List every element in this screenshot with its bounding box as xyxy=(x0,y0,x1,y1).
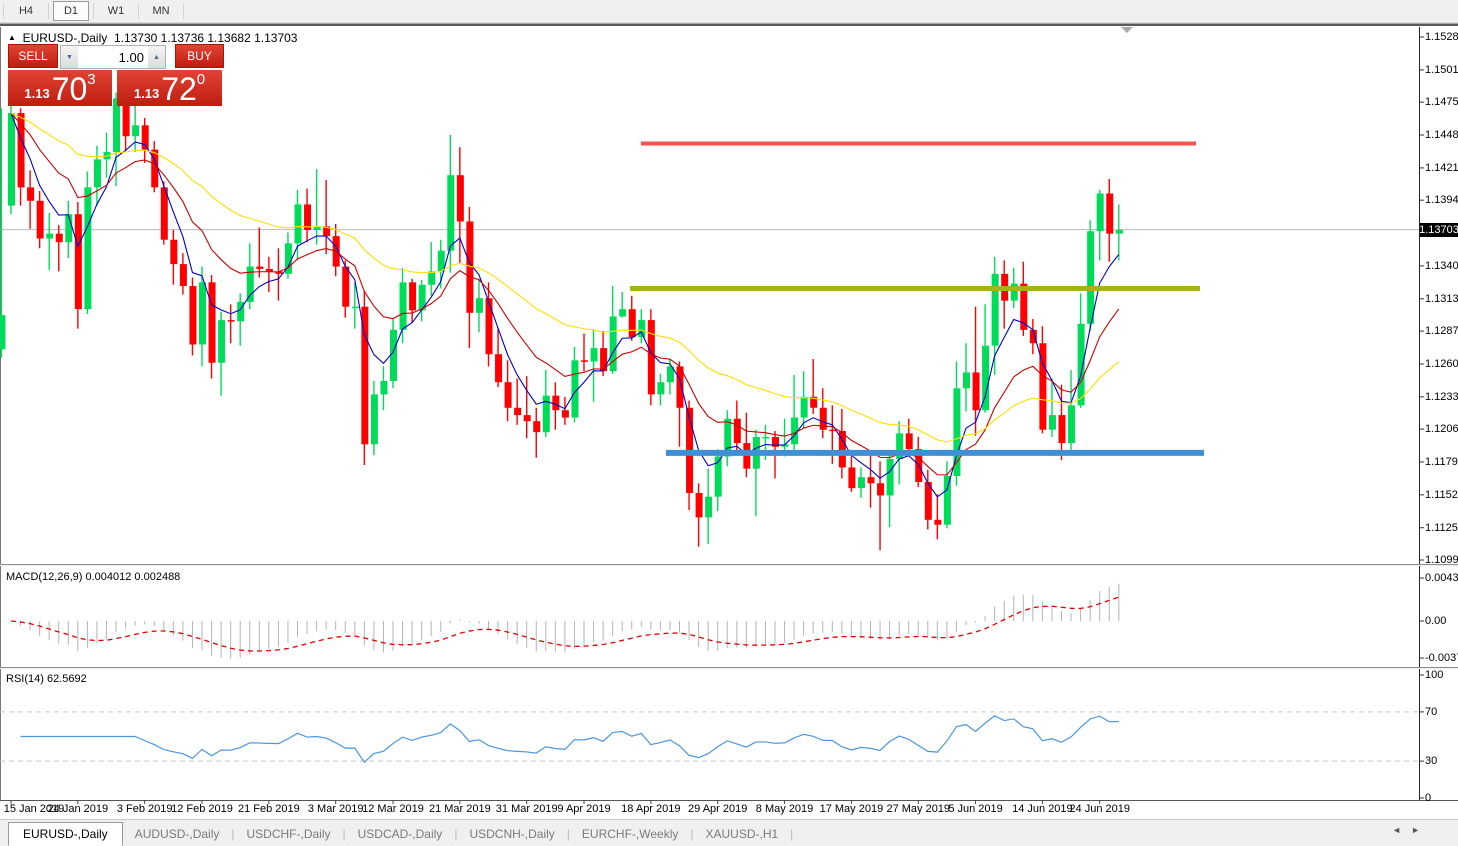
rsi-value: 62.5692 xyxy=(46,673,87,685)
chart-tab-usdcad[interactable]: USDCAD-,Daily xyxy=(346,824,455,844)
price-axis-label: 1.13405 xyxy=(1425,259,1458,272)
buy-button[interactable]: BUY xyxy=(174,44,224,68)
date-axis-label: 17 May 2019 xyxy=(819,803,884,815)
chart-tab-bar: EURUSD-,Daily AUDUSD-,Daily | USDCHF-,Daily… xyxy=(0,819,1458,846)
macd-axis-label: -0.003715 xyxy=(1425,652,1458,664)
buy-price-sup: 0 xyxy=(196,71,206,88)
rsi-label: RSI(14) 62.5692 xyxy=(6,673,87,685)
chart-tab-audusd[interactable]: AUDUSD-,Daily xyxy=(123,824,232,844)
date-axis-label: 29 Apr 2019 xyxy=(688,803,748,815)
date-axis-label: 9 Apr 2019 xyxy=(557,803,611,815)
sell-price-button[interactable]: 1.13 70 3 xyxy=(8,70,112,106)
date-axis-label: 27 May 2019 xyxy=(886,803,951,815)
date-axis-label: 31 Mar 2019 xyxy=(495,803,558,815)
sell-price-sup: 3 xyxy=(87,71,96,88)
chart-shift-marker-icon xyxy=(1121,27,1133,33)
rsi-axis-label: 70 xyxy=(1425,705,1438,718)
chart-symbol-label: EURUSD-,Daily xyxy=(22,31,108,45)
date-axis-label: 12 Mar 2019 xyxy=(362,803,424,815)
tab-separator: | xyxy=(790,826,794,841)
price-axis-label: 1.13945 xyxy=(1425,194,1458,207)
price-axis-label: 1.12870 xyxy=(1425,325,1458,338)
buy-price-prefix: 1.13 xyxy=(133,86,160,101)
price-axis-label: 1.10990 xyxy=(1425,554,1458,566)
date-axis-label: 5 Jun 2019 xyxy=(948,803,1003,815)
date-axis-label: 14 Jun 2019 xyxy=(1012,803,1073,815)
date-axis-label: 21 Mar 2019 xyxy=(428,803,491,815)
chart-ohlc-values: 1.13730 1.13736 1.13682 1.13703 xyxy=(113,31,298,45)
price-axis-label: 1.12330 xyxy=(1425,390,1458,403)
date-axis-label: 3 Mar 2019 xyxy=(307,803,364,815)
price-axis-label: 1.11795 xyxy=(1425,455,1458,468)
mt4-terminal: H4 D1 W1 MN ▲ EURUSD-,Daily 1.13730 1.13736… xyxy=(0,0,1458,846)
buy-price-big: 72 xyxy=(161,71,197,107)
one-click-trading-panel: SELL ▼ ▲ BUY 1.13 70 3 1.13 72 0 xyxy=(8,44,224,106)
rsi-axis-label: 30 xyxy=(1425,755,1438,768)
sell-price-big: 70 xyxy=(51,71,88,107)
price-axis-label: 1.14480 xyxy=(1425,129,1458,142)
chart-title: ▲ EURUSD-,Daily 1.13730 1.13736 1.13682 … xyxy=(8,31,297,45)
tab-scroll-arrows: ◄► xyxy=(1392,825,1430,835)
scroll-right-icon[interactable]: ► xyxy=(1411,825,1430,835)
volume-stepper: ▼ ▲ xyxy=(59,45,166,69)
price-axis-label: 1.15015 xyxy=(1425,63,1458,76)
date-axis-label: 12 Feb 2019 xyxy=(171,803,233,815)
chart-tab-eurusd[interactable]: EURUSD-,Daily xyxy=(8,821,123,846)
volume-input[interactable] xyxy=(77,46,148,68)
price-axis-label: 1.12065 xyxy=(1425,423,1458,436)
volume-decrease-icon[interactable]: ▼ xyxy=(60,46,78,68)
rsi-axis-label: 0 xyxy=(1425,792,1432,804)
current-price-tag: 1.13703 xyxy=(1419,222,1458,237)
price-axis-label: 1.11255 xyxy=(1425,521,1458,534)
scroll-left-icon[interactable]: ◄ xyxy=(1392,825,1411,835)
collapse-triangle-icon: ▲ xyxy=(8,33,16,42)
macd-label: MACD(12,26,9) 0.004012 0.002488 xyxy=(6,571,181,583)
price-axis-label: 1.12600 xyxy=(1425,357,1458,370)
macd-axis-label: 0.00 xyxy=(1425,615,1447,627)
price-axis-label: 1.15285 xyxy=(1425,31,1458,43)
chart-canvas[interactable] xyxy=(0,0,1458,846)
price-axis-label: 1.11525 xyxy=(1425,488,1458,501)
chart-tab-xauusd[interactable]: XAUUSD-,H1 xyxy=(693,824,790,844)
chart-tab-usdchf[interactable]: USDCHF-,Daily xyxy=(235,824,343,844)
chart-tab-usdcnh[interactable]: USDCNH-,Daily xyxy=(457,824,566,844)
chart-tab-eurchf[interactable]: EURCHF-,Weekly xyxy=(570,824,690,844)
macd-values: 0.004012 0.002488 xyxy=(85,571,181,583)
date-axis-label: 24 Jan 2019 xyxy=(47,803,109,815)
sell-button[interactable]: SELL xyxy=(8,44,58,68)
date-axis-label: 8 May 2019 xyxy=(755,803,814,815)
chart-window[interactable]: ▲ EURUSD-,Daily 1.13730 1.13736 1.13682 … xyxy=(0,0,1458,846)
price-axis-label: 1.14210 xyxy=(1425,161,1458,174)
date-axis-label: 3 Feb 2019 xyxy=(116,803,173,815)
date-axis-label: 21 Feb 2019 xyxy=(237,803,300,815)
date-axis-label: 18 Apr 2019 xyxy=(621,803,681,815)
volume-increase-icon[interactable]: ▲ xyxy=(147,46,165,68)
macd-axis-label: 0.004375 xyxy=(1425,572,1458,584)
date-axis-label: 24 Jun 2019 xyxy=(1069,803,1130,815)
buy-price-button[interactable]: 1.13 72 0 xyxy=(117,70,222,106)
price-axis-label: 1.14750 xyxy=(1425,96,1458,109)
price-axis-label: 1.13135 xyxy=(1425,292,1458,305)
sell-price-prefix: 1.13 xyxy=(24,86,50,101)
rsi-axis-label: 100 xyxy=(1425,669,1444,681)
